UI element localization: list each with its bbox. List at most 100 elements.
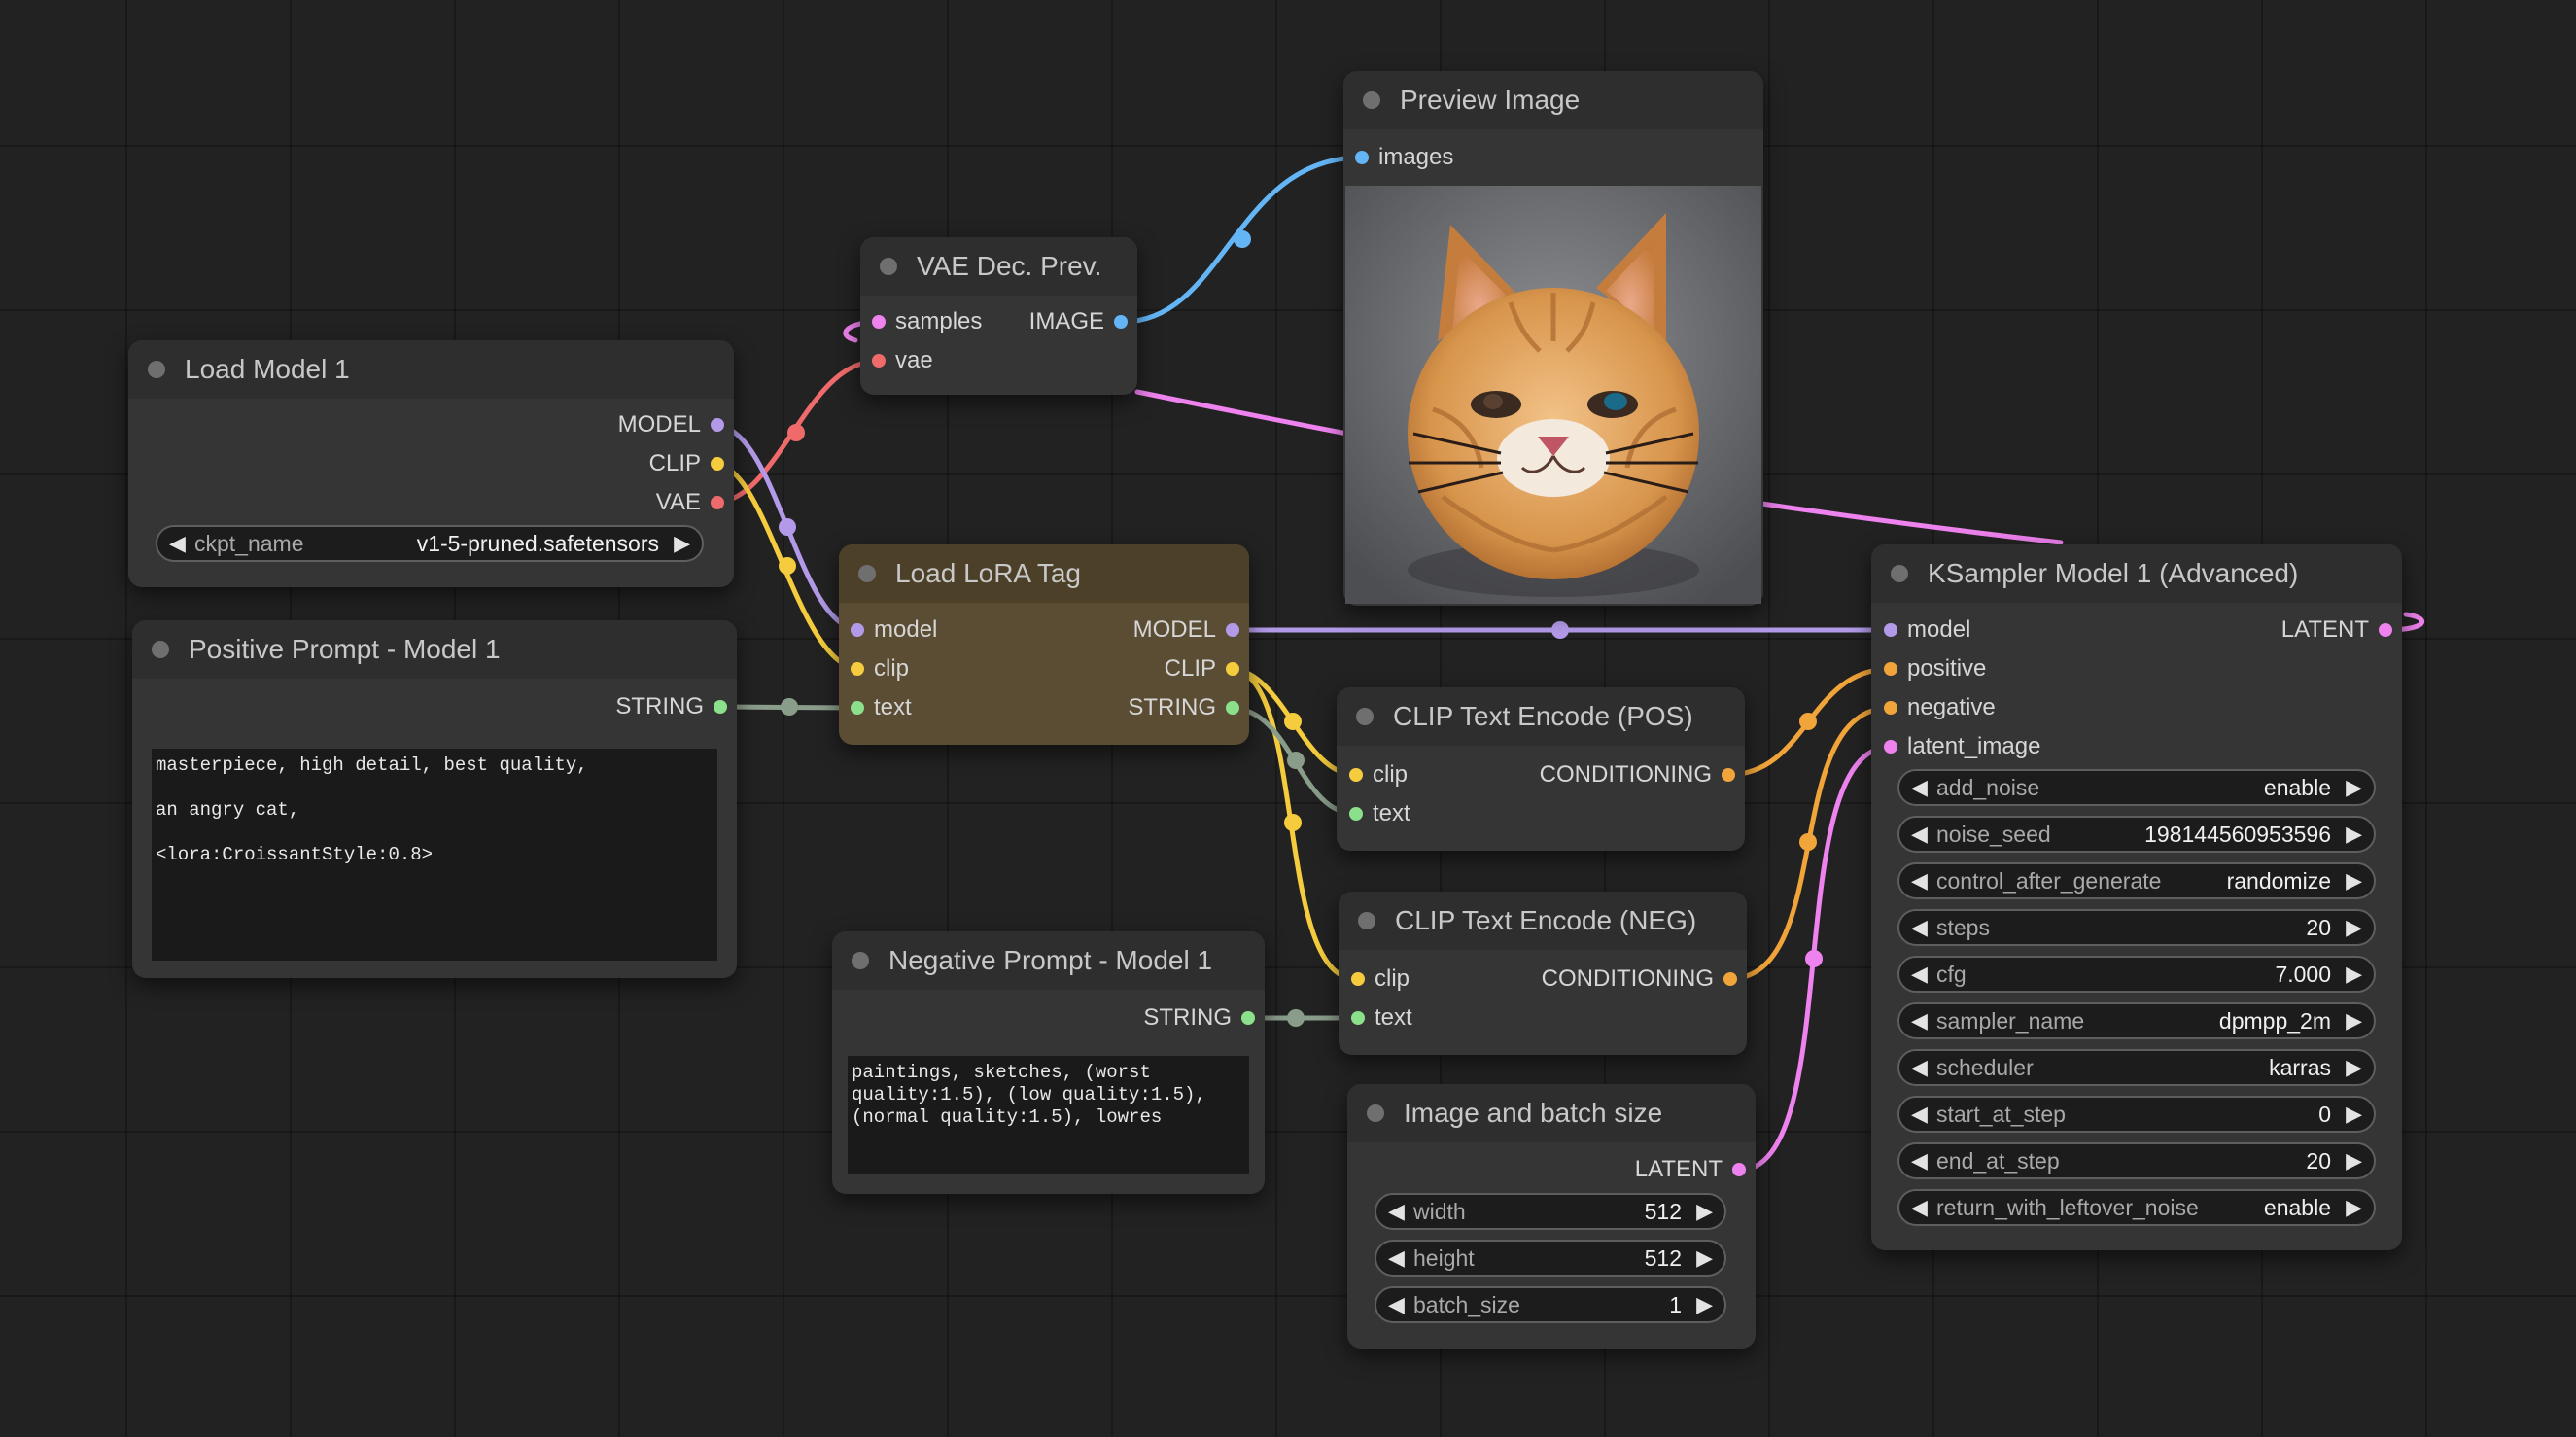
- node-ksampler-advanced[interactable]: KSampler Model 1 (Advanced) model positi…: [1871, 544, 2402, 1250]
- collapse-dot-icon[interactable]: [1358, 912, 1375, 929]
- input-slot-clip[interactable]: clip: [1351, 965, 1468, 993]
- input-slot-text[interactable]: text: [1351, 1004, 1468, 1032]
- node-preview-image[interactable]: Preview Image images: [1343, 71, 1763, 606]
- input-slot-negative[interactable]: negative: [1884, 694, 2078, 721]
- decrement-arrow-icon[interactable]: ◀: [1911, 1004, 1928, 1037]
- collapse-dot-icon[interactable]: [852, 952, 869, 969]
- slot-dot-icon[interactable]: [1884, 701, 1897, 715]
- collapse-dot-icon[interactable]: [1367, 1104, 1384, 1122]
- increment-arrow-icon[interactable]: ▶: [1696, 1195, 1713, 1228]
- node-image-and-batch-size[interactable]: Image and batch size LATENT ◀ width 512 …: [1347, 1084, 1756, 1349]
- add-noise-combo[interactable]: ◀ add_noise enable ▶: [1897, 769, 2376, 806]
- output-slot-string[interactable]: STRING: [1061, 1004, 1255, 1032]
- slot-dot-icon[interactable]: [2379, 623, 2392, 637]
- collapse-dot-icon[interactable]: [880, 258, 897, 275]
- collapse-dot-icon[interactable]: [152, 641, 169, 658]
- input-slot-vae[interactable]: vae: [872, 347, 1008, 374]
- scheduler-combo[interactable]: ◀ scheduler karras ▶: [1897, 1049, 2376, 1086]
- output-slot-conditioning[interactable]: CONDITIONING: [1504, 965, 1737, 993]
- slot-dot-icon[interactable]: [1884, 623, 1897, 637]
- decrement-arrow-icon[interactable]: ◀: [1911, 864, 1928, 897]
- node-title-bar[interactable]: CLIP Text Encode (POS): [1337, 687, 1745, 746]
- node-title-bar[interactable]: Load LoRA Tag: [839, 544, 1249, 603]
- increment-arrow-icon[interactable]: ▶: [2346, 911, 2362, 944]
- decrement-arrow-icon[interactable]: ◀: [1911, 1098, 1928, 1131]
- node-negative-prompt[interactable]: Negative Prompt - Model 1 STRING paintin…: [832, 931, 1265, 1194]
- decrement-arrow-icon[interactable]: ◀: [1911, 1191, 1928, 1224]
- node-vae-dec-prev[interactable]: VAE Dec. Prev. samples vae IMAGE: [860, 237, 1137, 395]
- increment-arrow-icon[interactable]: ▶: [2346, 1004, 2362, 1037]
- slot-dot-icon[interactable]: [1732, 1163, 1746, 1176]
- output-slot-image[interactable]: IMAGE: [992, 308, 1128, 335]
- decrement-arrow-icon[interactable]: ◀: [1911, 911, 1928, 944]
- output-slot-latent[interactable]: LATENT: [1551, 1156, 1746, 1183]
- input-slot-clip[interactable]: clip: [1349, 761, 1466, 789]
- noise-seed-number-widget[interactable]: ◀ noise_seed 198144560953596 ▶: [1897, 816, 2376, 853]
- increment-arrow-icon[interactable]: ▶: [2346, 1051, 2362, 1084]
- end-at-step-number-widget[interactable]: ◀ end_at_step 20 ▶: [1897, 1142, 2376, 1179]
- input-slot-clip[interactable]: clip: [851, 655, 1006, 683]
- slot-dot-icon[interactable]: [1349, 807, 1363, 821]
- slot-dot-icon[interactable]: [1884, 662, 1897, 676]
- node-title-bar[interactable]: VAE Dec. Prev.: [860, 237, 1137, 296]
- node-positive-prompt[interactable]: Positive Prompt - Model 1 STRING masterp…: [132, 620, 737, 978]
- decrement-arrow-icon[interactable]: ◀: [1388, 1195, 1405, 1228]
- slot-dot-icon[interactable]: [711, 457, 724, 471]
- decrement-arrow-icon[interactable]: ◀: [1911, 1051, 1928, 1084]
- height-number-widget[interactable]: ◀ height 512 ▶: [1375, 1240, 1726, 1277]
- negative-prompt-textarea[interactable]: paintings, sketches, (worst quality:1.5)…: [848, 1056, 1249, 1174]
- node-title-bar[interactable]: Negative Prompt - Model 1: [832, 931, 1265, 990]
- output-slot-string[interactable]: STRING: [1064, 694, 1239, 721]
- increment-arrow-icon[interactable]: ▶: [674, 527, 690, 560]
- node-clip-text-encode-neg[interactable]: CLIP Text Encode (NEG) clip text CONDITI…: [1339, 892, 1747, 1055]
- slot-dot-icon[interactable]: [872, 354, 886, 368]
- output-slot-clip[interactable]: CLIP: [433, 450, 724, 477]
- node-clip-text-encode-pos[interactable]: CLIP Text Encode (POS) clip text CONDITI…: [1337, 687, 1745, 851]
- slot-dot-icon[interactable]: [1355, 151, 1369, 164]
- collapse-dot-icon[interactable]: [1891, 565, 1908, 582]
- node-title-bar[interactable]: Positive Prompt - Model 1: [132, 620, 737, 679]
- node-load-model[interactable]: Load Model 1 MODEL CLIP VAE ◀ ckpt_name …: [128, 340, 734, 587]
- preview-image[interactable]: [1345, 186, 1761, 604]
- decrement-arrow-icon[interactable]: ◀: [1911, 818, 1928, 851]
- input-slot-text[interactable]: text: [851, 694, 1006, 721]
- slot-dot-icon[interactable]: [851, 701, 864, 715]
- output-slot-vae[interactable]: VAE: [433, 489, 724, 516]
- ckpt-name-combo[interactable]: ◀ ckpt_name v1-5-pruned.safetensors ▶: [156, 525, 704, 562]
- input-slot-positive[interactable]: positive: [1884, 655, 2078, 683]
- slot-dot-icon[interactable]: [714, 700, 727, 714]
- increment-arrow-icon[interactable]: ▶: [1696, 1242, 1713, 1275]
- slot-dot-icon[interactable]: [711, 496, 724, 509]
- increment-arrow-icon[interactable]: ▶: [2346, 1144, 2362, 1177]
- width-number-widget[interactable]: ◀ width 512 ▶: [1375, 1193, 1726, 1230]
- input-slot-samples[interactable]: samples: [872, 308, 1008, 335]
- output-slot-model[interactable]: MODEL: [1064, 616, 1239, 644]
- input-slot-model[interactable]: model: [851, 616, 1006, 644]
- slot-dot-icon[interactable]: [851, 623, 864, 637]
- start-at-step-number-widget[interactable]: ◀ start_at_step 0 ▶: [1897, 1096, 2376, 1133]
- slot-dot-icon[interactable]: [1722, 768, 1735, 782]
- decrement-arrow-icon[interactable]: ◀: [1911, 958, 1928, 991]
- increment-arrow-icon[interactable]: ▶: [2346, 771, 2362, 804]
- slot-dot-icon[interactable]: [851, 662, 864, 676]
- slot-dot-icon[interactable]: [1226, 701, 1239, 715]
- decrement-arrow-icon[interactable]: ◀: [169, 527, 186, 560]
- decrement-arrow-icon[interactable]: ◀: [1911, 1144, 1928, 1177]
- output-slot-clip[interactable]: CLIP: [1064, 655, 1239, 683]
- control-after-generate-combo[interactable]: ◀ control_after_generate randomize ▶: [1897, 862, 2376, 899]
- slot-dot-icon[interactable]: [1884, 740, 1897, 754]
- slot-dot-icon[interactable]: [1349, 768, 1363, 782]
- node-title-bar[interactable]: Image and batch size: [1347, 1084, 1756, 1142]
- input-slot-latent-image[interactable]: latent_image: [1884, 733, 2098, 760]
- steps-number-widget[interactable]: ◀ steps 20 ▶: [1897, 909, 2376, 946]
- sampler-name-combo[interactable]: ◀ sampler_name dpmpp_2m ▶: [1897, 1002, 2376, 1039]
- node-load-lora-tag[interactable]: Load LoRA Tag model clip text MODEL CLIP…: [839, 544, 1249, 745]
- increment-arrow-icon[interactable]: ▶: [2346, 818, 2362, 851]
- slot-dot-icon[interactable]: [1241, 1011, 1255, 1025]
- slot-dot-icon[interactable]: [711, 418, 724, 432]
- decrement-arrow-icon[interactable]: ◀: [1911, 771, 1928, 804]
- batch-size-number-widget[interactable]: ◀ batch_size 1 ▶: [1375, 1286, 1726, 1323]
- collapse-dot-icon[interactable]: [1356, 708, 1374, 725]
- slot-dot-icon[interactable]: [1114, 315, 1128, 329]
- decrement-arrow-icon[interactable]: ◀: [1388, 1242, 1405, 1275]
